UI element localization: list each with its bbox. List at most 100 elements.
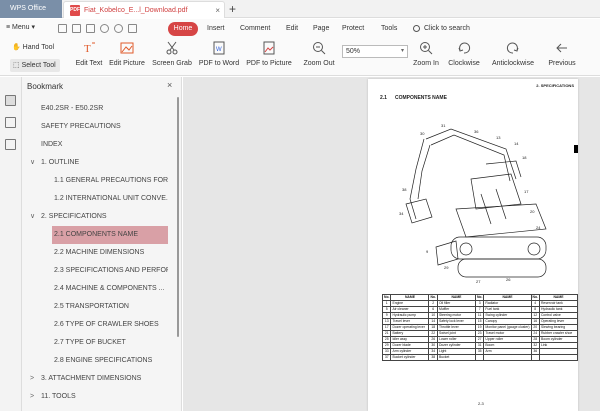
search-box[interactable]: Click to search <box>424 19 470 39</box>
bookmark-item[interactable]: 1.2 INTERNATIONAL UNIT CONVE... <box>52 190 168 208</box>
bookmark-item[interactable]: 2.2 MACHINE DIMENSIONS <box>52 244 168 262</box>
bookmark-item-label: 2.7 TYPE OF BUCKET <box>54 339 126 346</box>
zoom-in-label: Zoom In <box>413 60 439 67</box>
bookmark-item-label: 1.1 GENERAL PRECAUTIONS FOR ... <box>54 177 168 184</box>
table-cell <box>483 354 532 361</box>
tab-insert[interactable]: Insert <box>207 19 225 39</box>
bookmark-item[interactable]: 2.5 TRANSPORTATION <box>52 298 168 316</box>
bookmark-item[interactable]: >11. TOOLS <box>22 388 168 406</box>
edit-text-button[interactable]: T Edit Text <box>74 41 104 67</box>
select-tool-button[interactable]: ⬚ Select Tool <box>10 59 60 72</box>
edit-picture-button[interactable]: Edit Picture <box>108 41 146 67</box>
anticlockwise-label: Anticlockwise <box>491 60 534 67</box>
bookmark-item[interactable]: ∨ 1. OUTLINE <box>22 154 168 172</box>
document-tab[interactable]: PDF Fiat_Kobelco_E...l_Download.pdf × <box>63 1 225 18</box>
bookmark-item-label: 11. TOOLS <box>41 393 76 400</box>
svg-text:20: 20 <box>530 209 535 214</box>
svg-text:30: 30 <box>420 131 425 136</box>
zoom-in-button[interactable]: Zoom In <box>412 41 440 67</box>
svg-text:T: T <box>84 43 91 55</box>
wps-office-tab[interactable]: WPS Office <box>0 0 62 18</box>
table-cell: Bucket cylinder <box>390 354 430 361</box>
bookmark-item[interactable]: 2.1 COMPONENTS NAME <box>52 226 168 244</box>
bookmark-item[interactable]: E40.2SR - E50.2SR <box>22 100 168 118</box>
rotate-anticlockwise-button[interactable]: Anticlockwise <box>490 41 536 67</box>
bookmark-item[interactable]: >3. ATTACHMENT DIMENSIONS <box>22 370 168 388</box>
bookmark-item[interactable]: 2.8 ENGINE SPECIFICATIONS <box>52 352 168 370</box>
svg-text:34: 34 <box>399 211 404 216</box>
svg-text:26: 26 <box>506 277 511 282</box>
bookmark-scrollbar[interactable] <box>177 97 179 337</box>
tab-home[interactable]: Home <box>168 22 198 36</box>
tab-protect[interactable]: Protect <box>342 19 364 39</box>
bookmark-item-label: 2.8 ENGINE SPECIFICATIONS <box>54 357 153 364</box>
redo-icon[interactable] <box>114 24 123 33</box>
pdf-to-picture-button[interactable]: PDF to Picture <box>246 41 292 67</box>
bookmark-item[interactable]: ∨ 2. SPECIFICATIONS <box>22 208 168 226</box>
menu-button[interactable]: ≡ Menu ▾ <box>6 23 35 31</box>
tab-comment[interactable]: Comment <box>240 19 270 39</box>
screen-grab-button[interactable]: Screen Grab <box>152 41 192 67</box>
hand-tool-label: Hand Tool <box>22 44 55 51</box>
bookmark-item[interactable]: 1.1 GENERAL PRECAUTIONS FOR ... <box>52 172 168 190</box>
table-row: 17 Dozer operating lever 18 Throttle lever 1… <box>381 324 578 331</box>
previous-label: Previous <box>548 60 576 67</box>
bookmark-item[interactable]: INDEX <box>22 136 168 154</box>
edit-text-label: Edit Text <box>75 60 103 67</box>
bookmark-item[interactable]: 2.6 TYPE OF CRAWLER SHOES <box>52 316 168 334</box>
chevron-right-icon[interactable]: > <box>30 370 38 388</box>
tab-page[interactable]: Page <box>313 19 329 39</box>
bookmark-item[interactable]: 2.3 SPECIFICATIONS AND PERFOR... <box>52 262 168 280</box>
svg-text:27: 27 <box>476 279 481 284</box>
bookmark-item[interactable]: SAFETY PRECAUTIONS <box>22 118 168 136</box>
chevron-down-icon[interactable]: ∨ <box>30 208 38 226</box>
previous-page-button[interactable]: Previous <box>546 41 578 67</box>
pdf-file-icon: PDF <box>70 5 80 16</box>
rotate-clockwise-button[interactable]: Clockwise <box>448 41 480 67</box>
bookmark-item-label: INDEX <box>41 141 63 148</box>
bookmark-item-label: 2.4 MACHINE & COMPONENTS ... <box>54 285 165 292</box>
search-icon[interactable] <box>413 25 420 32</box>
section-marker <box>574 145 578 153</box>
svg-text:14: 14 <box>514 141 519 146</box>
svg-text:36: 36 <box>474 129 479 134</box>
bookmark-item-label: 3. ATTACHMENT DIMENSIONS <box>41 375 142 382</box>
table-cell <box>538 354 578 361</box>
zoom-level-select[interactable]: 50% ▾ <box>342 45 408 58</box>
chevron-right-icon[interactable]: > <box>30 388 38 406</box>
comment-panel-icon[interactable] <box>5 139 16 150</box>
open-file-icon[interactable] <box>58 24 67 33</box>
tab-edit[interactable]: Edit <box>286 19 298 39</box>
bookmark-item[interactable]: 2.7 TYPE OF BUCKET <box>52 334 168 352</box>
thumbnail-icon[interactable] <box>5 117 16 128</box>
new-tab-icon[interactable]: + <box>229 0 236 18</box>
pdf-to-picture-icon <box>263 41 275 55</box>
table-row: 37 Bucket cylinder 38 Bucket <box>381 354 578 361</box>
hand-tool-button[interactable]: ✋ Hand Tool <box>12 43 54 51</box>
undo-icon[interactable] <box>100 24 109 33</box>
svg-text:31: 31 <box>441 123 446 128</box>
tab-tools[interactable]: Tools <box>381 19 397 39</box>
close-tab-icon[interactable]: × <box>215 2 220 19</box>
bookmark-item-label: 1.2 INTERNATIONAL UNIT CONVE... <box>54 195 168 202</box>
save-icon[interactable] <box>72 24 81 33</box>
bookmark-item-label: 1. OUTLINE <box>41 159 80 166</box>
zoom-out-button[interactable]: Zoom Out <box>302 41 336 67</box>
svg-text:17: 17 <box>524 189 529 194</box>
zoom-out-label: Zoom Out <box>303 60 335 67</box>
table-cell <box>474 354 485 361</box>
expand-icon[interactable] <box>128 24 137 33</box>
print-icon[interactable] <box>86 24 95 33</box>
excavator-illustration: 30 31 36 13 14 18 38 34 17 20 24 26 27 29 9 <box>399 123 547 284</box>
table-row: 9 Hydraulic pump 10 Steering motor 11 Swing c… <box>381 312 578 319</box>
table-cell: 38 <box>428 354 438 361</box>
pdf-to-word-button[interactable]: W PDF to Word <box>198 41 240 67</box>
bookmark-item[interactable]: 2.4 MACHINE & COMPONENTS ... <box>52 280 168 298</box>
chevron-down-icon[interactable]: ∨ <box>30 154 38 172</box>
table-cell: Rubber crawler shoe <box>538 330 578 337</box>
bookmark-panel-title: Bookmark <box>27 82 64 91</box>
bookmark-panel-icon[interactable] <box>5 95 16 106</box>
section-title: COMPONENTS NAME <box>394 95 447 101</box>
section-heading: 2.1 COMPONENTS NAME <box>380 95 455 101</box>
close-icon[interactable]: × <box>167 80 172 90</box>
